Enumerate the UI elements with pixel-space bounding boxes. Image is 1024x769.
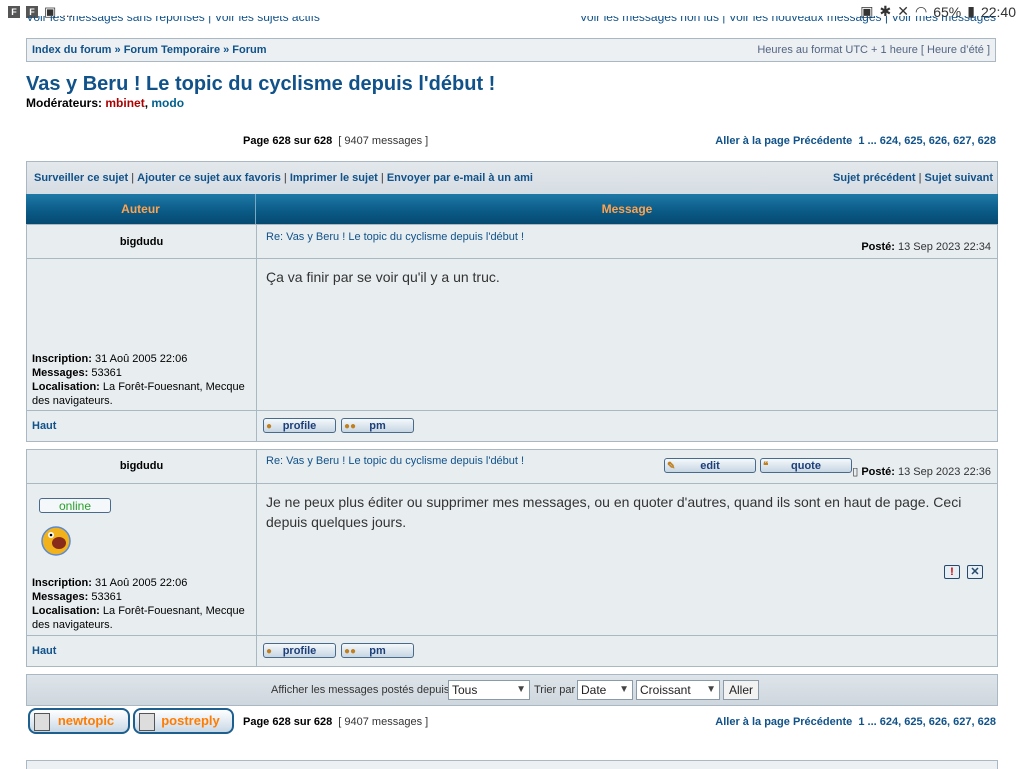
breadcrumb: Index du forum » Forum Temporaire » Foru… (26, 38, 996, 62)
top-links-cut: Voir les messages sans réponses | Voir l… (26, 16, 996, 26)
page-indicator: Page 628 sur 628 (243, 135, 333, 147)
users-icon: ●● (344, 421, 357, 432)
online-status-badge: online (39, 498, 111, 513)
moderator-mbinet[interactable]: mbinet (105, 96, 144, 110)
post-subject[interactable]: Re: Vas y Beru ! Le topic du cyclisme de… (266, 231, 524, 243)
moderators: Modérateurs: mbinet, modo (26, 96, 185, 110)
topic-tools-bar: Surveiller ce sujet | Ajouter ce sujet a… (26, 161, 998, 195)
pm-button[interactable]: ●● pm (341, 643, 414, 658)
profile-button[interactable]: ● profile (263, 418, 336, 433)
author-column-header: Auteur (121, 202, 160, 216)
order-select[interactable]: Croissant ▼ (636, 680, 720, 700)
sort-select[interactable]: Date ▼ (577, 680, 633, 700)
previous-topic-link[interactable]: Sujet précédent (833, 172, 916, 184)
previous-page-link[interactable]: Précédente (793, 716, 852, 728)
user-icon: ● (266, 421, 273, 432)
message-count: [ 9407 messages ] (338, 135, 429, 147)
moderator-modo[interactable]: modo (151, 96, 184, 110)
since-select[interactable]: Tous ▼ (448, 680, 530, 700)
post-author[interactable]: bigdudu (27, 236, 256, 248)
post: bigdudu Re: Vas y Beru ! Le topic du cyc… (26, 449, 998, 667)
page-links[interactable]: 1 ... 624, 625, 626, 627, 628 (858, 135, 996, 147)
post-date: Posté: 13 Sep 2023 22:34 (861, 241, 991, 253)
chevron-down-icon: ▼ (516, 684, 526, 695)
avatar (41, 526, 71, 556)
post-date: ▯ Posté: 13 Sep 2023 22:36 (852, 466, 991, 478)
speech-bubble-icon: ❝ (763, 461, 769, 472)
users-icon: ●● (344, 646, 357, 657)
pencil-icon: ✎ (667, 461, 676, 472)
profile-button[interactable]: ● profile (263, 643, 336, 658)
filter-label: Afficher les messages postés depuis: (271, 684, 453, 696)
chevron-down-icon: ▼ (706, 684, 716, 695)
unanswered-links[interactable]: Voir les messages sans réponses | Voir l… (26, 16, 320, 24)
post-icon: ▯ (852, 466, 859, 478)
posts-table-header: Auteur Message (26, 194, 998, 224)
chevron-down-icon: ▼ (619, 684, 629, 695)
delete-icon[interactable]: ✕ (967, 565, 983, 579)
email-friend-link[interactable]: Envoyer par e-mail à un ami (387, 172, 533, 184)
back-to-top-link[interactable]: Haut (32, 645, 56, 657)
pagination-bottom: Page 628 sur 628[ 9407 messages ] Aller … (243, 716, 996, 728)
app-notification-icon: F (8, 6, 20, 18)
author-profile-info: Inscription: 31 Aoû 2005 22:06 Messages:… (32, 577, 245, 631)
message-count: [ 9407 messages ] (338, 716, 429, 728)
user-icon: ● (266, 646, 273, 657)
print-topic-link[interactable]: Imprimer le sujet (290, 172, 378, 184)
author-profile-info: Inscription: 31 Aoû 2005 22:06 Messages:… (32, 353, 245, 407)
post-body: Ça va finir par se voir qu'il y a un tru… (266, 269, 500, 285)
post-author[interactable]: bigdudu (27, 460, 256, 472)
post: bigdudu Re: Vas y Beru ! Le topic du cyc… (26, 224, 998, 442)
edit-button[interactable]: ✎ edit (664, 458, 756, 473)
breadcrumb-index[interactable]: Index du forum (32, 44, 111, 56)
go-button[interactable]: Aller (723, 680, 759, 700)
report-icon[interactable]: ! (944, 565, 960, 579)
pm-button[interactable]: ●● pm (341, 418, 414, 433)
watch-topic-link[interactable]: Surveiller ce sujet (34, 172, 128, 184)
post-subject[interactable]: Re: Vas y Beru ! Le topic du cyclisme de… (266, 455, 524, 467)
page-links[interactable]: 1 ... 624, 625, 626, 627, 628 (858, 716, 996, 728)
sort-label: Trier par (534, 684, 576, 696)
back-to-top-link[interactable]: Haut (32, 420, 56, 432)
post-body: Je ne peux plus éditer ou supprimer mes … (266, 494, 962, 530)
message-column-header: Message (601, 202, 653, 216)
page-indicator: Page 628 sur 628 (243, 716, 333, 728)
add-favorite-link[interactable]: Ajouter ce sujet aux favoris (137, 172, 281, 184)
previous-page-link[interactable]: Précédente (793, 135, 852, 147)
unread-links[interactable]: Voir les messages non lus | Voir les nou… (580, 16, 996, 24)
topic-title[interactable]: Vas y Beru ! Le topic du cyclisme depuis… (26, 73, 495, 96)
pagination-top: Page 628 sur 628[ 9407 messages ] Aller … (243, 135, 996, 147)
next-topic-link[interactable]: Sujet suivant (925, 172, 993, 184)
breadcrumb-forum-temporaire[interactable]: Forum Temporaire (124, 44, 220, 56)
quote-button[interactable]: ❝ quote (760, 458, 852, 473)
breadcrumb-forum[interactable]: Forum (232, 44, 266, 56)
timezone-info: Heures au format UTC + 1 heure [ Heure d… (757, 44, 990, 56)
display-filter-bar: Afficher les messages postés depuis: Tou… (26, 674, 998, 706)
